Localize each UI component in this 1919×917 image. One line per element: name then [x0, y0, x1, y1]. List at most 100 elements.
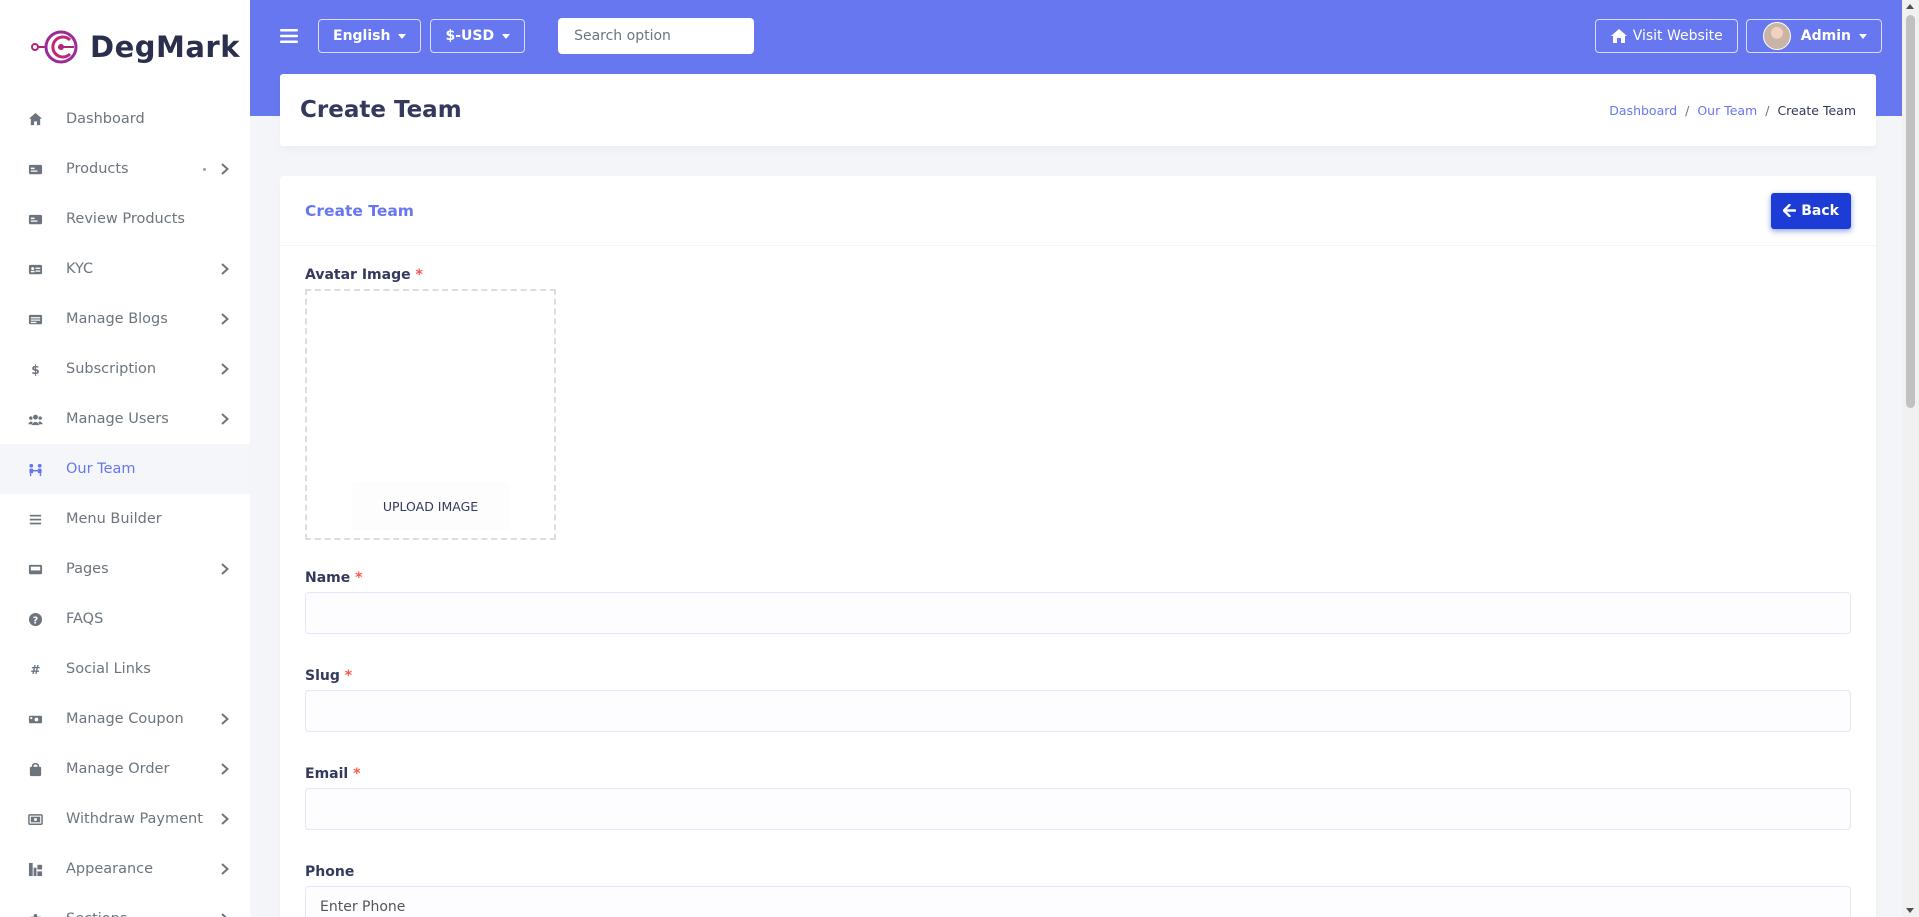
card-header: Create Team Back	[280, 176, 1876, 246]
brand-name: DegMark	[90, 30, 241, 64]
id-card-icon	[26, 260, 44, 278]
breadcrumb-current: Create Team	[1777, 102, 1856, 118]
sidebar-item-label: Sections	[66, 911, 220, 917]
create-team-card: Create Team Back Avatar Image * UPLOAD I…	[280, 176, 1876, 917]
avatar-upload-area[interactable]: UPLOAD IMAGE	[305, 289, 556, 540]
svg-text:$: $	[31, 363, 39, 377]
slug-input[interactable]	[305, 690, 1851, 732]
sidebar-item-label: Manage Coupon	[66, 711, 184, 727]
chevron-right-icon	[221, 263, 229, 275]
sidebar-item-label: Review Products	[66, 211, 185, 227]
sidebar-item-withdraw-payment[interactable]: Withdraw Payment	[0, 794, 250, 844]
language-label: English	[333, 28, 391, 44]
sidebar-item-label: Products	[66, 161, 129, 177]
sidebar-item-label: Manage Users	[66, 411, 169, 427]
blog-icon	[26, 310, 44, 328]
sidebar-item-kyc[interactable]: KYC	[0, 244, 250, 294]
sidebar-item-menu-builder[interactable]: Menu Builder	[0, 494, 250, 544]
chevron-right-icon	[221, 813, 229, 825]
slug-label: Slug *	[305, 668, 353, 684]
svg-text:?: ?	[32, 615, 37, 626]
svg-text:#: #	[30, 663, 40, 677]
breadcrumb-our-team[interactable]: Our Team	[1697, 103, 1757, 118]
sidebar-menu: Dashboard Products Review Products KYC Manag…	[0, 94, 250, 917]
sidebar-item-manage-users[interactable]: Manage Users	[0, 394, 250, 444]
user-menu-dropdown[interactable]: Admin	[1745, 19, 1882, 53]
sidebar-item-pages[interactable]: Pages	[0, 544, 250, 594]
sidebar-item-products[interactable]: Products	[0, 144, 250, 194]
visit-website-label: Visit Website	[1632, 28, 1723, 44]
arrow-left-icon	[1783, 204, 1797, 217]
sidebar-item-label: Dashboard	[66, 111, 145, 127]
coupon-icon	[26, 710, 44, 728]
appearance-icon	[26, 860, 44, 878]
product-icon	[26, 160, 44, 178]
sidebar-item-our-team[interactable]: Our Team	[0, 444, 250, 494]
chevron-right-icon	[221, 913, 227, 917]
scroll-up-icon[interactable]	[1906, 4, 1914, 9]
hamburger-icon[interactable]	[280, 28, 298, 44]
user-name: Admin	[1800, 28, 1851, 44]
home-icon	[26, 110, 44, 128]
sidebar-item-label: Social Links	[66, 661, 151, 677]
sidebar-item-label: Subscription	[66, 361, 157, 377]
chevron-right-icon	[221, 763, 229, 775]
chevron-right-icon	[221, 313, 229, 325]
sidebar-item-faqs[interactable]: ? FAQS	[0, 594, 250, 644]
name-label: Name *	[305, 570, 363, 586]
search-input[interactable]	[558, 18, 755, 54]
caret-down-icon	[1859, 33, 1867, 39]
money-icon	[26, 810, 44, 828]
upload-image-button[interactable]: UPLOAD IMAGE	[354, 484, 507, 529]
chevron-right-icon	[221, 413, 229, 425]
phone-group: Phone	[305, 864, 1851, 917]
name-input[interactable]	[305, 592, 1851, 634]
page-scrollbar[interactable]	[1902, 0, 1919, 917]
sidebar-item-social-links[interactable]: # Social Links	[0, 644, 250, 694]
chevron-right-icon	[221, 863, 229, 875]
scrollbar-thumb[interactable]	[1906, 15, 1915, 408]
hashtag-icon: #	[26, 660, 44, 678]
puzzle-icon	[26, 910, 44, 917]
chevron-right-icon	[221, 713, 229, 725]
team-icon	[26, 460, 44, 478]
name-group: Name *	[305, 570, 1851, 634]
bars-icon	[26, 510, 44, 528]
sidebar-item-appearance[interactable]: Appearance	[0, 844, 250, 894]
email-group: Email *	[305, 766, 1851, 830]
degmark-logo-icon	[31, 30, 78, 64]
email-input[interactable]	[305, 788, 1851, 830]
sidebar-item-sections[interactable]: Sections	[0, 894, 250, 917]
caret-down-icon	[502, 33, 511, 39]
bag-icon	[26, 760, 44, 778]
users-icon	[26, 410, 44, 428]
sidebar: DegMark Dashboard Products Review Products…	[0, 0, 250, 917]
phone-input[interactable]	[305, 886, 1851, 917]
breadcrumb-dashboard[interactable]: Dashboard	[1609, 103, 1677, 118]
brand-logo[interactable]: DegMark	[0, 0, 250, 94]
phone-label: Phone	[305, 864, 355, 880]
page-title: Create Team	[300, 97, 462, 123]
sidebar-item-subscription[interactable]: $ Subscription	[0, 344, 250, 394]
topbar: English $-USD Visit Website Admin	[250, 0, 1902, 72]
email-label: Email *	[305, 766, 361, 782]
back-button[interactable]: Back	[1771, 192, 1851, 229]
visit-website-button[interactable]: Visit Website	[1594, 19, 1738, 53]
scroll-down-icon[interactable]	[1906, 908, 1914, 913]
sidebar-item-manage-blogs[interactable]: Manage Blogs	[0, 294, 250, 344]
page-icon	[26, 560, 44, 578]
avatar-image-group: Avatar Image * UPLOAD IMAGE	[305, 267, 1851, 540]
question-icon: ?	[26, 610, 44, 628]
currency-label: $-USD	[445, 28, 495, 44]
currency-dropdown[interactable]: $-USD	[430, 19, 526, 53]
sidebar-item-label: KYC	[66, 261, 94, 277]
sidebar-item-dashboard[interactable]: Dashboard	[0, 94, 250, 144]
language-dropdown[interactable]: English	[318, 19, 422, 53]
sidebar-item-label: Manage Blogs	[66, 311, 168, 327]
avatar	[1762, 22, 1791, 50]
sidebar-item-review-products[interactable]: Review Products	[0, 194, 250, 244]
sidebar-item-manage-coupon[interactable]: Manage Coupon	[0, 694, 250, 744]
chevron-right-icon	[221, 563, 229, 575]
avatar-image-label: Avatar Image *	[305, 267, 423, 283]
sidebar-item-manage-order[interactable]: Manage Order	[0, 744, 250, 794]
